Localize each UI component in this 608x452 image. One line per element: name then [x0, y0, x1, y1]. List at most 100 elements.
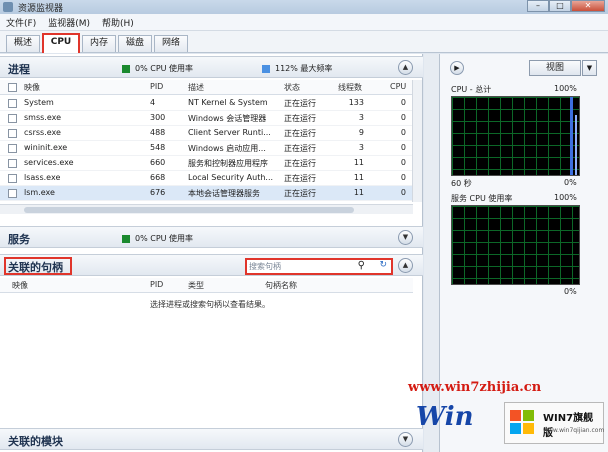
process-row[interactable]: System 4 NT Kernel & System 正在运行 133 0 [0, 96, 413, 111]
menu-help[interactable]: 帮助(H) [102, 16, 134, 29]
process-section-header[interactable]: 进程 0% CPU 使用率 112% 最大频率 ▲ [0, 56, 423, 78]
process-description: NT Kernel & System [188, 98, 268, 107]
process-threads: 11 [353, 188, 364, 197]
col-image[interactable]: 映像 [24, 82, 40, 93]
process-cpu: 0 [400, 158, 406, 167]
services-cpu-usage-text: 0% CPU 使用率 [135, 234, 194, 243]
row-checkbox[interactable] [8, 114, 17, 123]
process-description: Client Server Runti... [188, 128, 271, 137]
process-status: 正在运行 [284, 114, 316, 123]
process-pid: 4 [150, 98, 156, 107]
col-description[interactable]: 描述 [188, 82, 204, 93]
select-all-checkbox[interactable] [8, 83, 17, 92]
process-pid: 676 [150, 188, 166, 197]
tab-disk[interactable]: 磁盘 [118, 35, 152, 52]
process-cpu: 0 [400, 98, 406, 107]
view-dropdown-icon[interactable]: ▼ [582, 60, 597, 76]
row-checkbox[interactable] [8, 159, 17, 168]
watermark-badge: WIN7旗舰版 www.win7qijian.com [504, 402, 604, 444]
view-button[interactable]: 视图 [529, 60, 581, 76]
handles-search-box: ⚲ ↻ [245, 258, 393, 275]
cpu-total-graph [451, 96, 580, 176]
col-handle-pid[interactable]: PID [150, 280, 163, 289]
cpu-total-graph-max: 100% [554, 84, 577, 93]
process-threads: 11 [353, 173, 364, 182]
services-expand-button[interactable]: ▼ [398, 230, 413, 245]
process-vertical-scrollbar[interactable] [412, 80, 422, 202]
process-row[interactable]: services.exe 660 服务和控制器应用程序 正在运行 11 0 [0, 156, 413, 171]
service-cpu-graph [451, 205, 580, 285]
cpu-total-graph-min: 0% [564, 178, 577, 187]
cpu-usage-spike [570, 97, 573, 175]
refresh-icon[interactable]: ↻ [379, 260, 387, 270]
handles-collapse-button[interactable]: ▲ [398, 258, 413, 273]
service-cpu-graph-title: 服务 CPU 使用率 [451, 194, 513, 203]
watermark-badge-name: WIN7旗舰版 [543, 413, 594, 439]
collapse-panel-arrow-icon[interactable]: ▶ [450, 61, 464, 75]
tab-cpu[interactable]: CPU [42, 33, 80, 53]
window-title: 资源监视器 [18, 4, 64, 14]
col-pid[interactable]: PID [150, 82, 163, 91]
cpu-total-graph-title: CPU - 总计 [451, 85, 492, 94]
process-row[interactable]: csrss.exe 488 Client Server Runti... 正在运… [0, 126, 413, 141]
maximize-button[interactable]: □ [549, 0, 571, 12]
tab-overview[interactable]: 概述 [6, 35, 40, 52]
col-handle-type[interactable]: 类型 [188, 280, 204, 291]
process-image: services.exe [24, 158, 74, 167]
process-row[interactable]: wininit.exe 548 Windows 启动应用... 正在运行 3 0 [0, 141, 413, 156]
process-description: 本地会话管理器服务 [188, 189, 260, 198]
menu-monitor[interactable]: 监视器(M) [48, 16, 90, 29]
process-image: System [24, 98, 54, 107]
col-cpu[interactable]: CPU [390, 82, 406, 91]
process-cpu: 0 [400, 173, 406, 182]
col-status[interactable]: 状态 [284, 82, 300, 93]
watermark-badge-site: www.win7qijian.com [543, 427, 605, 434]
process-row[interactable]: lsass.exe 668 Local Security Auth... 正在运… [0, 171, 413, 186]
process-section-title: 进程 [8, 63, 30, 76]
service-cpu-graph-max: 100% [554, 193, 577, 202]
process-row[interactable]: smss.exe 300 Windows 会话管理器 正在运行 3 0 [0, 111, 413, 126]
modules-section-header[interactable]: 关联的模块 ▼ [0, 428, 423, 450]
process-pid: 668 [150, 173, 166, 182]
process-description: Windows 会话管理器 [188, 114, 267, 123]
services-section-header[interactable]: 服务 0% CPU 使用率 ▼ [0, 226, 423, 248]
search-icon[interactable]: ⚲ [358, 260, 365, 271]
watermark-url: www.win7zhijia.cn [408, 380, 542, 395]
row-checkbox[interactable] [8, 99, 17, 108]
row-checkbox[interactable] [8, 189, 17, 198]
tab-network[interactable]: 网络 [154, 35, 188, 52]
menu-file[interactable]: 文件(F) [6, 16, 36, 29]
close-button[interactable]: ✕ [571, 0, 605, 12]
process-collapse-button[interactable]: ▲ [398, 60, 413, 75]
process-image: wininit.exe [24, 143, 68, 152]
handles-section-title: 关联的句柄 [8, 261, 63, 274]
col-handle-name[interactable]: 句柄名称 [265, 280, 297, 291]
process-max-frequency-text: 112% 最大频率 [275, 64, 333, 73]
minimize-button[interactable]: – [527, 0, 549, 12]
process-image: csrss.exe [24, 128, 61, 137]
process-row[interactable]: lsm.exe 676 本地会话管理器服务 正在运行 11 0 [0, 186, 413, 201]
tab-memory[interactable]: 内存 [82, 35, 116, 52]
row-checkbox[interactable] [8, 129, 17, 138]
tab-bar: 概述 CPU 内存 磁盘 网络 [0, 31, 608, 53]
frequency-blue-square-icon [262, 64, 270, 73]
col-handle-image[interactable]: 映像 [12, 280, 28, 291]
col-threads[interactable]: 线程数 [338, 82, 362, 93]
services-cpu-usage: 0% CPU 使用率 [122, 233, 193, 244]
cpu-green-square-icon [122, 64, 130, 73]
handles-search-input[interactable] [249, 261, 359, 272]
process-status: 正在运行 [284, 144, 316, 153]
process-status: 正在运行 [284, 159, 316, 168]
process-cpu: 0 [400, 188, 406, 197]
scrollbar-thumb[interactable] [24, 207, 354, 213]
title-bar: 资源监视器 – □ ✕ [0, 0, 608, 14]
process-column-headers: 映像 PID 描述 状态 线程数 CPU [0, 80, 413, 95]
process-threads: 11 [353, 158, 364, 167]
handles-section-header[interactable]: 关联的句柄 ⚲ ↻ ▲ [0, 254, 423, 276]
modules-section-title: 关联的模块 [8, 435, 63, 448]
process-max-frequency: 112% 最大频率 [262, 63, 332, 74]
process-description: Windows 启动应用... [188, 144, 266, 153]
process-horizontal-scrollbar[interactable] [0, 204, 413, 214]
row-checkbox[interactable] [8, 144, 17, 153]
row-checkbox[interactable] [8, 174, 17, 183]
